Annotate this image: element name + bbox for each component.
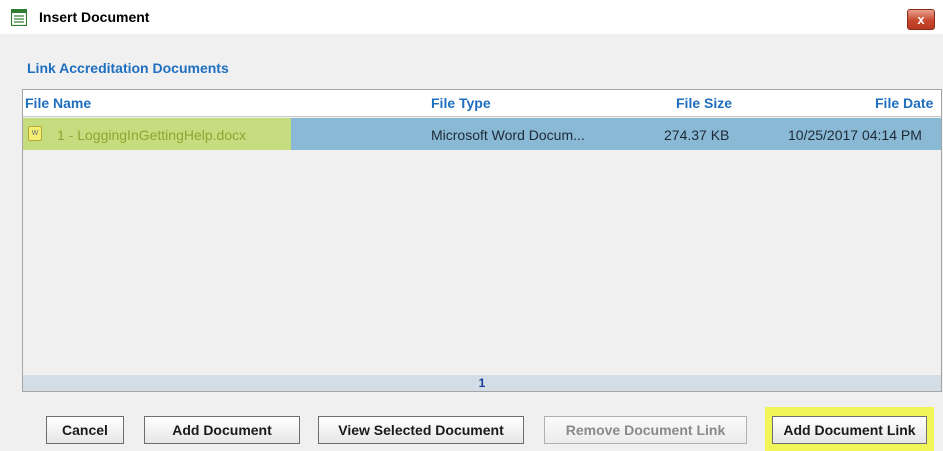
add-document-link-button[interactable]: Add Document Link (772, 416, 927, 444)
column-header-file-type[interactable]: File Type (431, 95, 491, 111)
title-bar: Insert Document x (0, 0, 943, 34)
pager: 1 (23, 375, 941, 391)
word-document-icon: W (28, 126, 42, 141)
column-header-file-name[interactable]: File Name (25, 95, 91, 111)
add-document-button[interactable]: Add Document (144, 416, 300, 444)
file-name: 1 - LoggingInGettingHelp.docx (57, 127, 247, 143)
cancel-button[interactable]: Cancel (46, 416, 124, 444)
window-title: Insert Document (39, 9, 150, 25)
view-selected-document-button[interactable]: View Selected Document (318, 416, 524, 444)
file-date: 10/25/2017 04:14 PM (788, 127, 922, 143)
file-name-cell[interactable]: W 1 - LoggingInGettingHelp.docx (23, 118, 291, 150)
column-header-file-size[interactable]: File Size (676, 95, 732, 111)
documents-grid: File Name File Type File Size File Date … (22, 89, 942, 392)
table-row[interactable]: W 1 - LoggingInGettingHelp.docx Microsof… (23, 118, 941, 150)
grid-header: File Name File Type File Size File Date (23, 90, 941, 117)
page-number-1[interactable]: 1 (479, 376, 486, 390)
file-size: 274.37 KB (664, 127, 730, 143)
remove-document-link-button[interactable]: Remove Document Link (544, 416, 747, 444)
close-button[interactable]: x (907, 9, 935, 30)
document-list-icon (11, 9, 27, 26)
file-type: Microsoft Word Docum... (431, 127, 585, 143)
section-title: Link Accreditation Documents (27, 60, 229, 76)
column-header-file-date[interactable]: File Date (875, 95, 933, 111)
close-icon: x (917, 12, 925, 27)
insert-document-dialog: Insert Document x Link Accreditation Doc… (0, 0, 943, 451)
